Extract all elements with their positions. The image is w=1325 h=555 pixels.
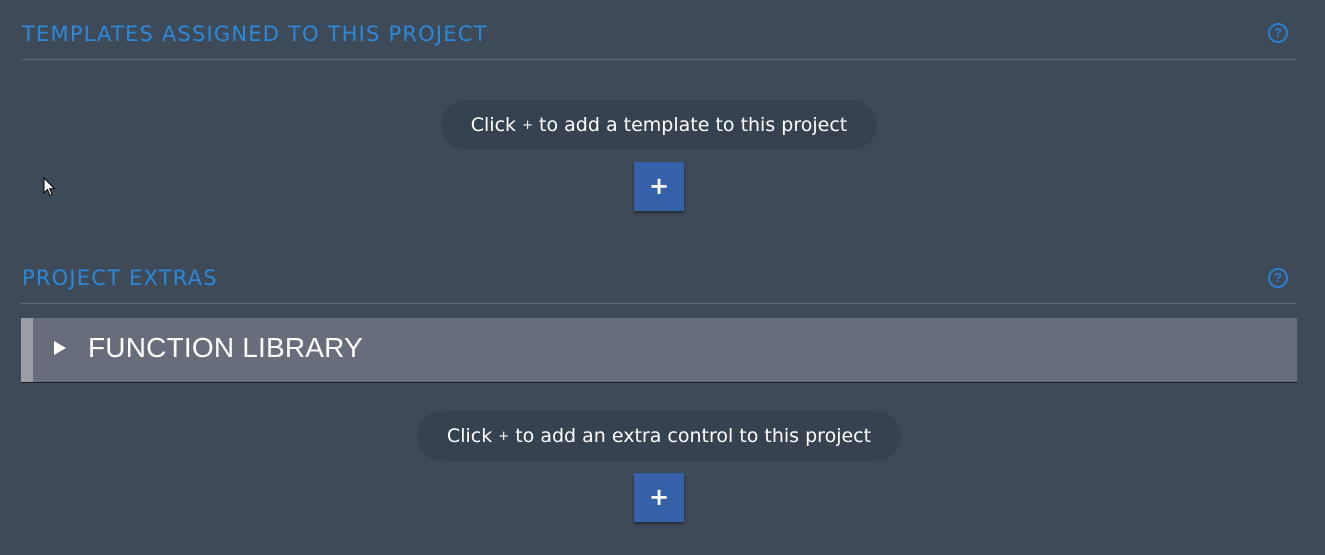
extras-section-header: PROJECT EXTRAS ? [21,244,1296,304]
function-library-label: FUNCTION LIBRARY [88,332,363,363]
help-icon[interactable]: ? [1268,268,1288,288]
plus-icon: + [498,429,510,444]
help-icon[interactable]: ? [1268,23,1288,43]
extras-empty-hint: Click + to add an extra control to this … [417,411,901,461]
mouse-pointer-icon [43,177,56,197]
hint-text-before: Click [470,114,517,136]
hint-text-before: Click [446,425,493,447]
templates-empty-hint: Click + to add a template to this projec… [441,100,877,150]
add-template-button[interactable]: + [634,162,684,211]
templates-section-header: TEMPLATES ASSIGNED TO THIS PROJECT ? [21,0,1296,60]
hint-text-after: to add a template to this project [539,114,848,136]
extras-section-title: PROJECT EXTRAS [22,266,218,290]
add-extra-control-button[interactable]: + [634,473,684,522]
triangle-right-icon[interactable] [54,341,66,355]
function-library-accordion[interactable]: FUNCTION LIBRARY [21,318,1297,383]
plus-icon: + [522,118,533,133]
hint-text-after: to add an extra control to this project [515,425,872,447]
accordion-left-bar [21,318,33,382]
templates-section-title: TEMPLATES ASSIGNED TO THIS PROJECT [22,22,488,46]
